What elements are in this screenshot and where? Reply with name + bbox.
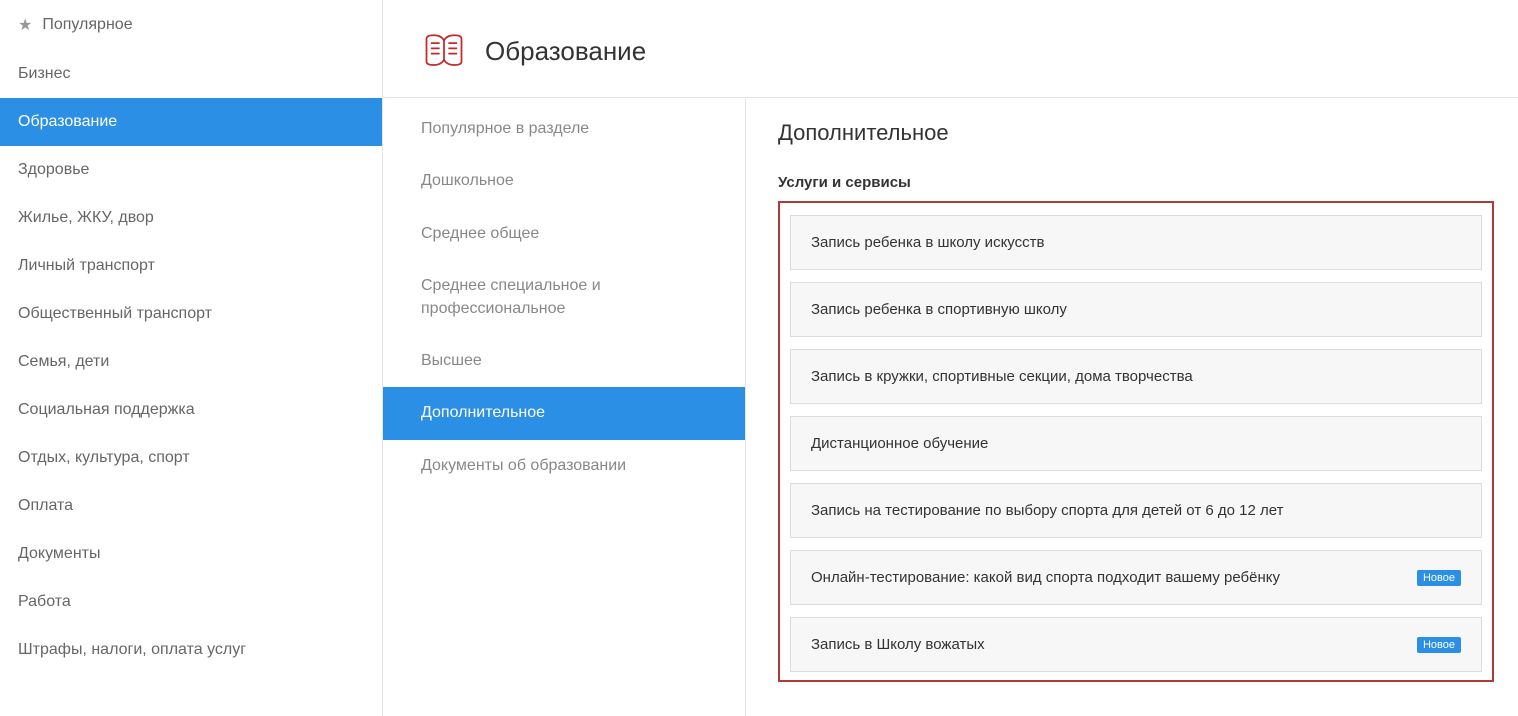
sidebar-item-documents[interactable]: Документы	[0, 530, 382, 578]
content-row: Популярное в разделе Дошкольное Среднее …	[383, 98, 1518, 716]
new-badge: Новое	[1417, 570, 1461, 586]
book-icon	[423, 30, 465, 72]
main-content: Дополнительное Услуги и сервисы Запись р…	[746, 98, 1518, 716]
service-item-online-testing[interactable]: Онлайн-тестирование: какой вид спорта по…	[790, 550, 1482, 605]
sidebar-item-label: Работа	[18, 593, 71, 611]
service-item-distance-learning[interactable]: Дистанционное обучение	[790, 416, 1482, 471]
sidebar-item-label: Здоровье	[18, 161, 89, 179]
middle-item-secondary[interactable]: Среднее общее	[383, 208, 745, 260]
service-item-art-school[interactable]: Запись ребенка в школу искусств	[790, 215, 1482, 270]
sidebar-item-label: Личный транспорт	[18, 257, 155, 275]
service-item-sport-school[interactable]: Запись ребенка в спортивную школу	[790, 282, 1482, 337]
middle-item-label: Популярное в разделе	[421, 120, 589, 137]
service-item-label: Запись на тестирование по выбору спорта …	[811, 502, 1283, 519]
service-item-label: Запись ребенка в спортивную школу	[811, 301, 1067, 318]
services-box: Запись ребенка в школу искусств Запись р…	[778, 201, 1494, 682]
sidebar-item-business[interactable]: Бизнес	[0, 50, 382, 98]
sidebar-item-payment[interactable]: Оплата	[0, 482, 382, 530]
middle-item-education-documents[interactable]: Документы об образовании	[383, 440, 745, 492]
sidebar-item-social-support[interactable]: Социальная поддержка	[0, 386, 382, 434]
sidebar-item-personal-transport[interactable]: Личный транспорт	[0, 242, 382, 290]
sidebar-item-education[interactable]: Образование	[0, 98, 382, 146]
sidebar-item-leisure[interactable]: Отдых, культура, спорт	[0, 434, 382, 482]
right-area: Образование Популярное в разделе Дошколь…	[383, 0, 1518, 716]
service-item-label: Онлайн-тестирование: какой вид спорта по…	[811, 569, 1280, 586]
middle-item-higher[interactable]: Высшее	[383, 335, 745, 387]
sidebar-item-label: Популярное	[42, 16, 132, 34]
sidebar-item-health[interactable]: Здоровье	[0, 146, 382, 194]
new-badge: Новое	[1417, 637, 1461, 653]
sidebar-left: ★ Популярное Бизнес Образование Здоровье…	[0, 0, 383, 716]
middle-item-label: Среднее специальное и профессиональное	[421, 277, 601, 316]
middle-item-label: Дополнительное	[421, 404, 545, 421]
service-item-label: Запись ребенка в школу искусств	[811, 234, 1044, 251]
middle-item-label: Дошкольное	[421, 172, 514, 189]
sidebar-item-label: Оплата	[18, 497, 73, 515]
sidebar-item-fines[interactable]: Штрафы, налоги, оплата услуг	[0, 626, 382, 674]
sidebar-item-label: Общественный транспорт	[18, 305, 212, 323]
service-item-label: Запись в кружки, спортивные секции, дома…	[811, 368, 1193, 385]
sidebar-item-label: Семья, дети	[18, 353, 109, 371]
middle-item-popular[interactable]: Популярное в разделе	[383, 98, 745, 155]
sidebar-item-label: Отдых, культура, спорт	[18, 449, 190, 467]
sidebar-item-label: Жилье, ЖКУ, двор	[18, 209, 154, 227]
content-subtitle: Услуги и сервисы	[778, 174, 1494, 191]
content-title: Дополнительное	[778, 120, 1494, 146]
middle-item-preschool[interactable]: Дошкольное	[383, 155, 745, 207]
sidebar-item-label: Документы	[18, 545, 100, 563]
page-title: Образование	[485, 36, 646, 67]
sidebar-item-housing[interactable]: Жилье, ЖКУ, двор	[0, 194, 382, 242]
service-item-label: Запись в Школу вожатых	[811, 636, 985, 653]
sidebar-middle: Популярное в разделе Дошкольное Среднее …	[383, 98, 746, 716]
sidebar-item-family[interactable]: Семья, дети	[0, 338, 382, 386]
middle-item-additional[interactable]: Дополнительное	[383, 387, 745, 439]
service-item-label: Дистанционное обучение	[811, 435, 988, 452]
sidebar-item-public-transport[interactable]: Общественный транспорт	[0, 290, 382, 338]
sidebar-item-label: Социальная поддержка	[18, 401, 195, 419]
sidebar-item-popular[interactable]: ★ Популярное	[0, 0, 382, 50]
middle-item-label: Документы об образовании	[421, 457, 626, 474]
sidebar-item-label: Образование	[18, 113, 117, 131]
sidebar-item-label: Бизнес	[18, 65, 71, 83]
middle-item-label: Среднее общее	[421, 225, 539, 242]
middle-item-vocational[interactable]: Среднее специальное и профессиональное	[383, 260, 745, 335]
middle-item-label: Высшее	[421, 352, 482, 369]
service-item-sport-testing[interactable]: Запись на тестирование по выбору спорта …	[790, 483, 1482, 538]
sidebar-item-label: Штрафы, налоги, оплата услуг	[18, 641, 246, 659]
service-item-counselor-school[interactable]: Запись в Школу вожатых Новое	[790, 617, 1482, 672]
section-header: Образование	[383, 0, 1518, 98]
sidebar-item-work[interactable]: Работа	[0, 578, 382, 626]
star-icon: ★	[18, 15, 32, 35]
service-item-clubs[interactable]: Запись в кружки, спортивные секции, дома…	[790, 349, 1482, 404]
